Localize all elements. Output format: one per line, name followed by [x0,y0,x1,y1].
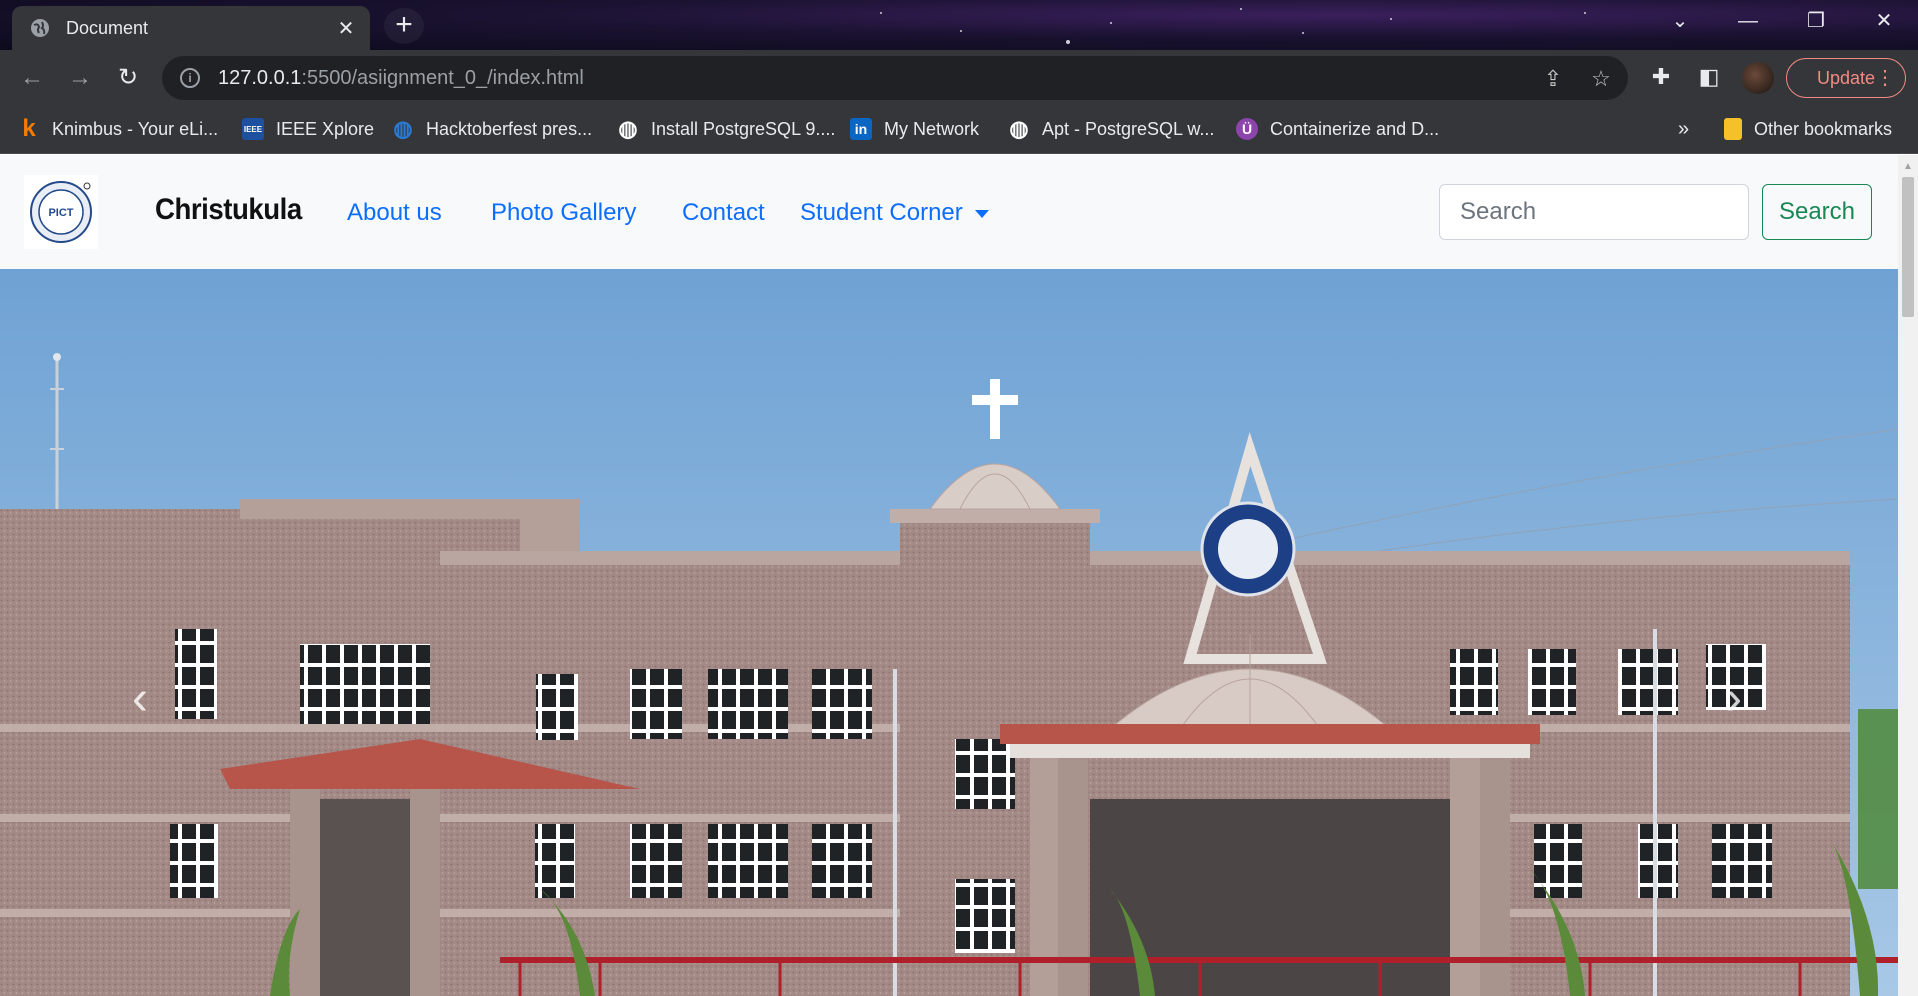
carousel-prev-icon[interactable]: ‹ [110,669,170,729]
back-button[interactable]: ← [16,62,48,94]
other-bookmarks-label: Other bookmarks [1754,118,1893,139]
bookmark-containerize[interactable]: Ü Containerize and D... [1236,118,1439,140]
menu-dots-icon: ⋮ [1875,67,1895,89]
profile-avatar[interactable] [1742,62,1774,94]
minimize-button[interactable]: — [1714,0,1782,42]
update-button[interactable]: Update ⋮ [1786,58,1906,98]
bookmark-label: Hacktoberfest pres... [426,118,593,139]
nav-photo-gallery-link[interactable]: Photo Gallery [491,199,636,227]
other-bookmarks[interactable]: Other bookmarks [1724,118,1892,140]
forward-button[interactable]: → [64,62,96,94]
globe-icon: ◍ [1009,116,1029,141]
bookmark-my-network[interactable]: in My Network [850,118,979,140]
knimbus-icon: k [22,115,36,142]
close-tab-icon[interactable]: ✕ [334,16,358,41]
folder-icon [1724,118,1742,140]
globe-icon [31,19,49,37]
bookmark-hacktoberfest[interactable]: ◍ Hacktoberfest pres... [392,116,593,141]
caret-down-icon [974,209,989,218]
logo-text: PICT [48,207,73,219]
page-scrollbar[interactable]: ▲ [1898,155,1918,996]
extensions-icon[interactable]: ✚ [1646,64,1676,90]
college-logo[interactable]: PICT [24,175,98,249]
address-bar[interactable]: i 127.0.0.1:5500/asiignment_0_/index.htm… [162,56,1628,100]
bookmark-install-postgresql[interactable]: ◍ Install PostgreSQL 9.... [617,116,836,141]
student-corner-label: Student Corner [800,199,963,226]
nav-contact-link[interactable]: Contact [682,199,765,227]
bookmarks-bar: k Knimbus - Your eLi... IEEE IEEE Xplore… [0,106,1918,154]
image-carousel: ‹ › [0,269,1898,996]
tab-search-icon[interactable]: ⌄ [1646,0,1714,42]
nav-student-corner-dropdown[interactable]: Student Corner [800,199,989,227]
pict-logo-icon: PICT [30,181,92,243]
globe-icon: ◍ [618,116,638,141]
hacktoberfest-icon: ◍ [393,116,413,141]
bookmark-star-icon[interactable]: ☆ [1586,66,1616,92]
bookmarks-overflow-button[interactable]: » [1678,118,1689,141]
brand-name[interactable]: Christukula [155,193,302,227]
web-page: PICT Christukula About us Photo Gallery … [0,155,1898,996]
ieee-icon: IEEE [242,118,264,140]
bookmark-ieee[interactable]: IEEE IEEE Xplore [242,118,374,140]
url-path: :5500/asiignment_0_/index.html [301,66,584,89]
browser-tab[interactable]: Document ✕ [12,6,370,50]
carousel-next-icon[interactable]: › [1704,669,1764,729]
bookmark-label: Apt - PostgreSQL w... [1042,118,1215,139]
bookmark-knimbus[interactable]: k Knimbus - Your eLi... [18,115,219,142]
update-label: Update [1816,67,1876,88]
url-host: 127.0.0.1 [218,66,302,89]
new-tab-button[interactable]: + [384,8,424,44]
search-input[interactable] [1439,184,1749,240]
browser-title-bar: Document ✕ + ⌄ — ❐ ✕ [0,0,1918,50]
containerize-icon: Ü [1236,118,1258,140]
tab-title: Document [66,17,149,38]
bookmark-label: Knimbus - Your eLi... [52,118,219,139]
site-navbar: PICT Christukula About us Photo Gallery … [0,155,1898,269]
college-building-photo [0,269,1898,996]
nav-about-link[interactable]: About us [347,199,442,227]
bookmark-apt-postgresql[interactable]: ◍ Apt - PostgreSQL w... [1008,116,1215,141]
search-button[interactable]: Search [1762,184,1872,240]
bookmark-label: My Network [884,118,980,139]
close-window-button[interactable]: ✕ [1850,0,1918,42]
reload-button[interactable]: ↻ [112,62,144,94]
bookmark-label: Containerize and D... [1270,118,1440,139]
linkedin-icon: in [850,118,872,140]
bookmark-label: Install PostgreSQL 9.... [651,118,836,139]
scrollbar-thumb[interactable] [1902,177,1914,317]
browser-toolbar: ← → ↻ i 127.0.0.1:5500/asiignment_0_/ind… [0,50,1918,106]
info-icon[interactable]: i [180,68,200,88]
scroll-up-icon[interactable]: ▲ [1903,161,1913,172]
restore-button[interactable]: ❐ [1782,0,1850,42]
share-icon[interactable]: ⇪ [1538,66,1568,92]
side-panel-icon[interactable]: ◧ [1694,64,1724,90]
bookmark-label: IEEE Xplore [276,118,375,139]
